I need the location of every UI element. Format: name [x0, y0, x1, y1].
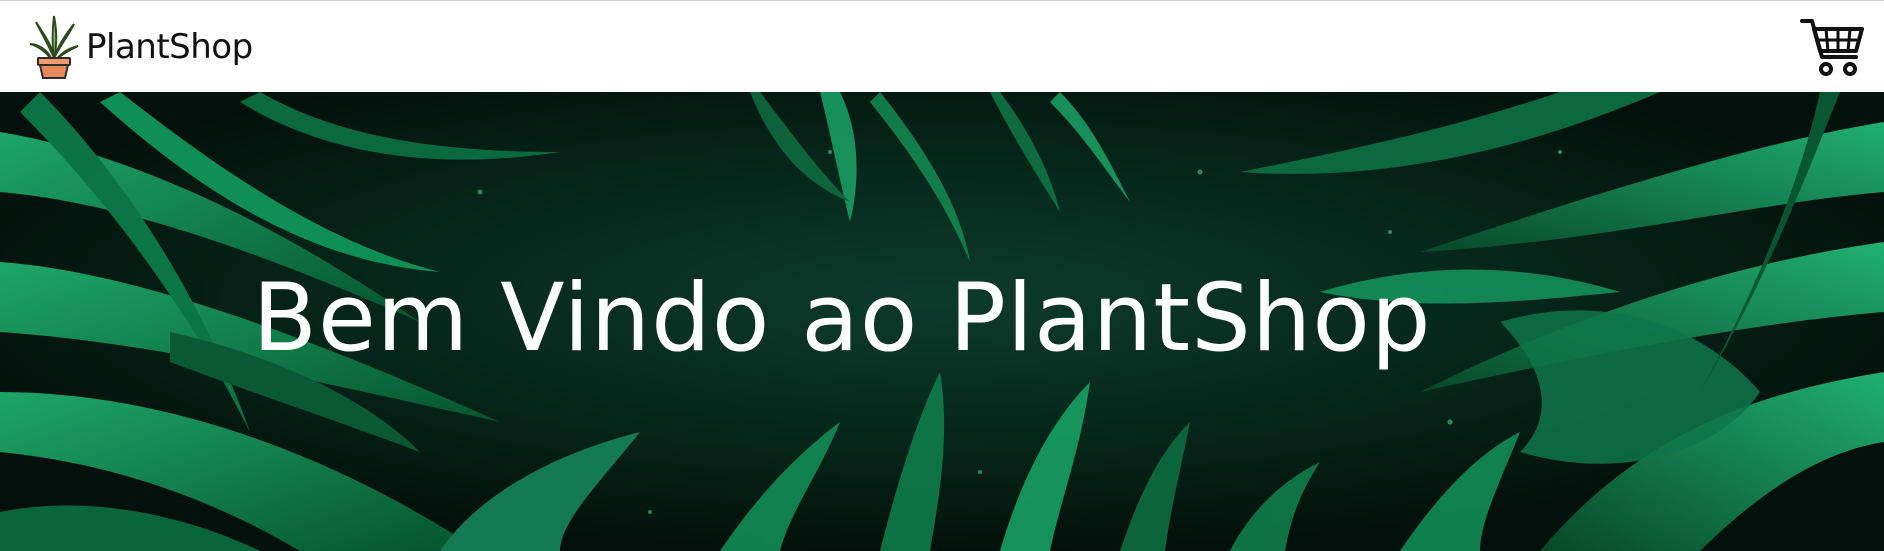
- shopping-cart-icon[interactable]: [1800, 15, 1866, 79]
- hero-banner: Bem Vindo ao PlantShop: [0, 92, 1884, 551]
- hero-title: Bem Vindo ao PlantShop: [0, 264, 1884, 373]
- brand-logo-link[interactable]: PlantShop: [28, 14, 253, 80]
- hero-title-text: Bem Vindo ao PlantShop: [252, 264, 1432, 373]
- navbar: PlantShop: [0, 0, 1884, 92]
- potted-plant-icon: [29, 15, 79, 79]
- brand-name: PlantShop: [86, 26, 253, 67]
